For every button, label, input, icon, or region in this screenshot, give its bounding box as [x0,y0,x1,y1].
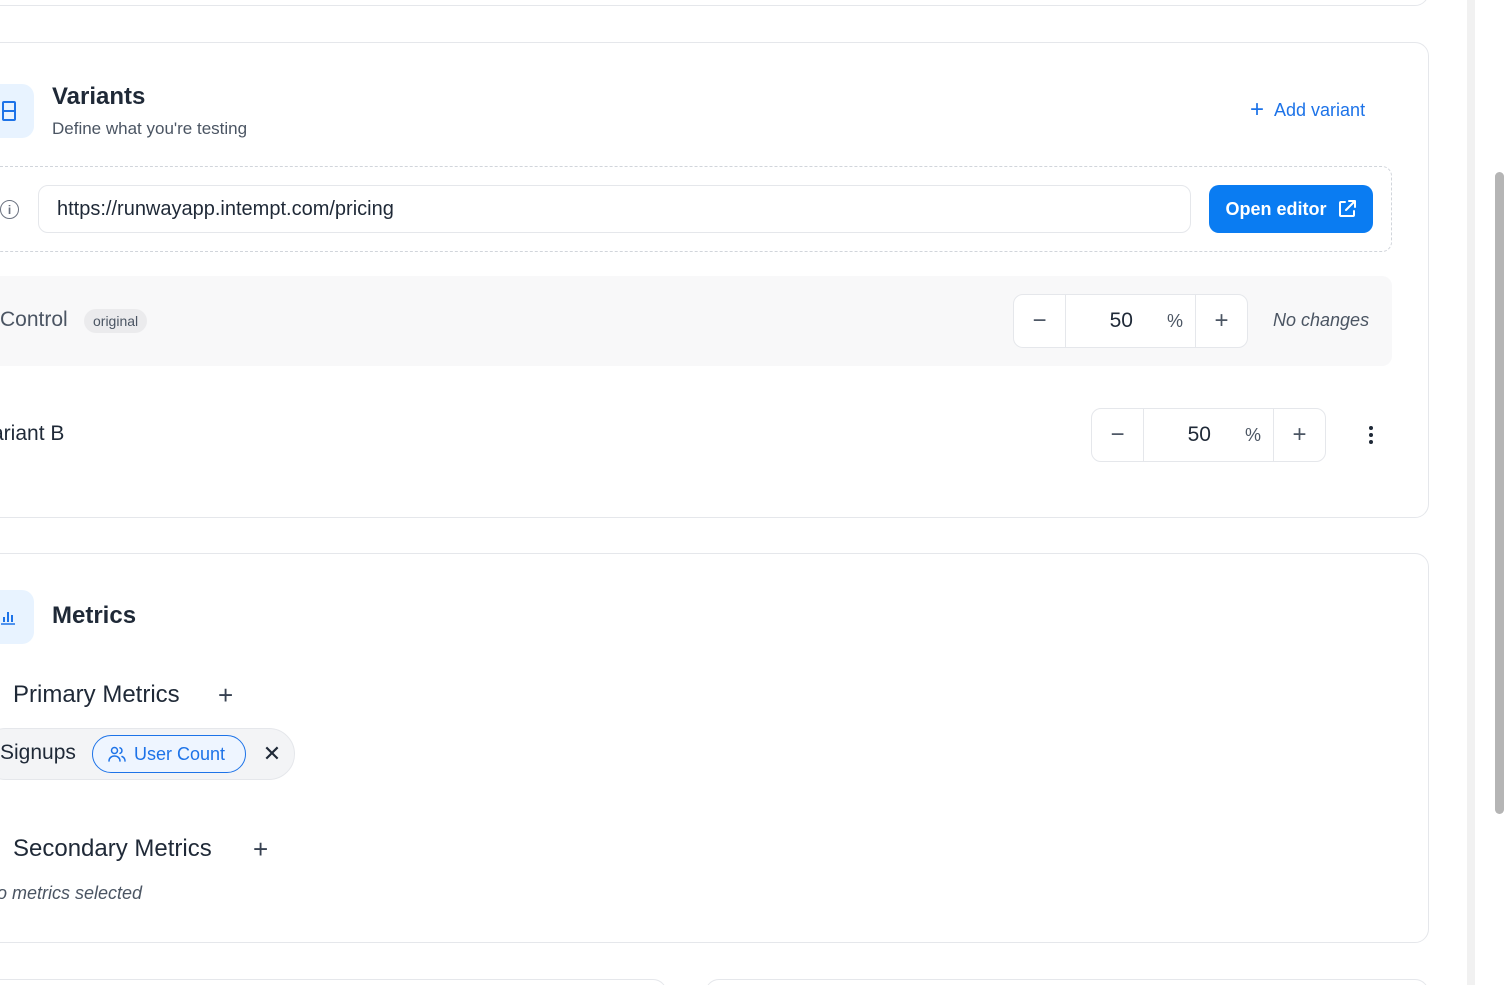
scrollbar-thumb[interactable] [1495,172,1504,814]
open-editor-button[interactable]: Open editor [1209,185,1373,233]
variants-subtitle: Define what you're testing [52,119,248,138]
plus-icon: + [1250,96,1265,123]
bar-chart-icon [1,612,15,625]
metric-type-label: User Count [134,743,226,764]
metrics-title: Metrics [52,602,137,629]
decrease-button[interactable]: − [1092,409,1144,461]
split-icon [2,101,16,121]
next-section-card [705,979,1429,985]
add-variant-label: Add variant [1274,99,1366,120]
add-secondary-metric-button[interactable]: + [253,836,268,862]
users-icon [108,746,126,762]
traffic-split-stepper: − 50 % + [1013,294,1248,348]
percent-sign: % [1244,424,1261,445]
more-options-icon[interactable] [1362,422,1380,448]
secondary-empty-text: o metrics selected [0,883,143,903]
traffic-percent-value[interactable]: 50 % [1144,409,1273,461]
variant-name: Control [0,308,68,331]
metric-type-badge[interactable]: User Count [92,735,246,773]
metric-name: Signups [0,741,76,764]
close-icon[interactable]: ✕ [262,741,282,766]
percent-number: 50 [1109,309,1133,332]
next-section-card [0,979,667,985]
increase-button[interactable]: + [1195,295,1247,347]
scrollbar-gutter [1467,0,1475,985]
traffic-percent-value[interactable]: 50 % [1066,295,1195,347]
previous-section-card [0,0,1429,6]
original-badge: original [84,309,148,333]
variants-title: Variants [52,83,146,110]
primary-metrics-heading: Primary Metrics [13,681,180,708]
variants-section-icon [0,84,34,138]
variant-name: ariant B [0,422,65,445]
info-icon[interactable]: i [0,200,19,219]
page-url-input[interactable] [38,185,1191,233]
percent-number: 50 [1187,423,1211,446]
secondary-metrics-heading: Secondary Metrics [13,835,212,862]
percent-sign: % [1166,310,1183,331]
increase-button[interactable]: + [1273,409,1325,461]
add-primary-metric-button[interactable]: + [218,682,233,708]
traffic-split-stepper: − 50 % + [1091,408,1326,462]
add-variant-button[interactable]: + Add variant [1250,98,1365,122]
external-link-icon [1338,200,1356,217]
decrease-button[interactable]: − [1014,295,1066,347]
variant-status: No changes [1273,310,1370,330]
metrics-section-icon [0,590,34,644]
open-editor-label: Open editor [1225,198,1327,219]
